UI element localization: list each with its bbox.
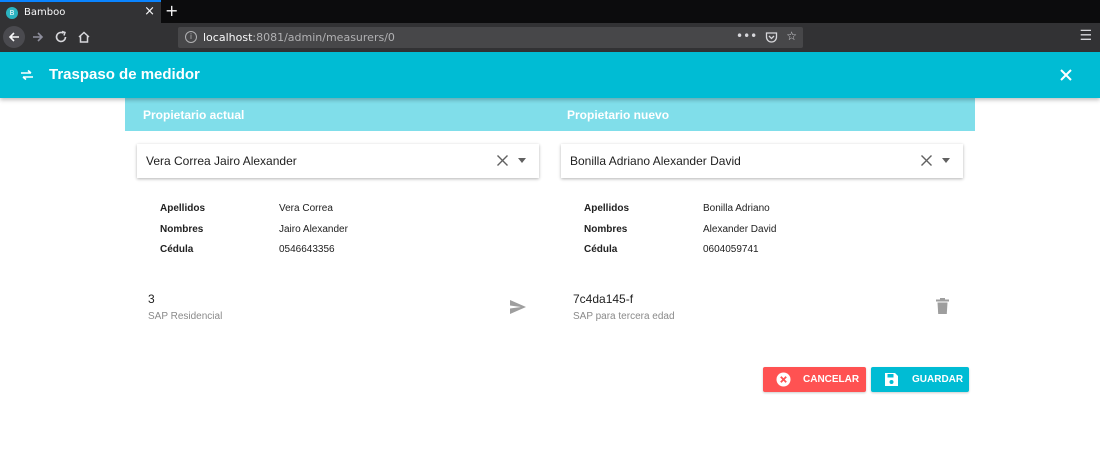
pocket-icon[interactable] (765, 31, 778, 44)
detail-label: Cédula (584, 244, 618, 255)
dialog-header: Traspaso de medidor (0, 52, 1100, 98)
detail-row-cedula: Cédula 0546643356 (160, 244, 420, 265)
detail-value: Vera Correa (279, 203, 333, 214)
detail-value: 0604059741 (703, 244, 759, 255)
current-measurer-item[interactable]: 3 SAP Residencial (148, 292, 222, 322)
tab-title: Bamboo (24, 7, 66, 18)
new-owner-select-value: Bonilla Adriano Alexander David (570, 154, 741, 168)
home-icon (78, 31, 90, 43)
info-icon[interactable]: i (185, 31, 197, 43)
detail-value: Jairo Alexander (279, 223, 348, 235)
current-owner-select[interactable]: Vera Correa Jairo Alexander (137, 144, 539, 178)
browser-navbar: i localhost:8081/admin/measurers/0 ••• ☆… (0, 23, 1100, 52)
back-arrow-icon (8, 32, 19, 42)
detail-label: Apellidos (584, 203, 630, 214)
clear-icon[interactable] (496, 154, 509, 167)
page-title: Traspaso de medidor (49, 66, 200, 83)
swap-horiz-icon (21, 69, 33, 81)
chevron-down-icon[interactable] (518, 158, 526, 163)
cancel-button-label: CANCELAR (803, 374, 860, 385)
measurer-code: 7c4da145-f (573, 292, 634, 306)
page-actions-icon[interactable]: ••• (736, 29, 757, 44)
bookmark-star-icon[interactable]: ☆ (786, 29, 797, 44)
current-owner-details: Apellidos Vera Correa Nombres Jairo Alex… (160, 203, 420, 265)
close-icon[interactable] (1058, 67, 1074, 83)
cancel-button[interactable]: CANCELAR (763, 367, 866, 392)
url-actions: ••• ☆ (736, 29, 797, 44)
delete-icon[interactable] (936, 298, 949, 314)
url-text: localhost:8081/admin/measurers/0 (203, 31, 395, 44)
measurer-code: 3 (148, 292, 155, 306)
home-button[interactable] (74, 27, 94, 47)
detail-row-apellidos: Apellidos Bonilla Adriano (584, 203, 844, 224)
url-path: :8081/admin/measurers/0 (252, 31, 395, 44)
reload-icon (55, 30, 67, 43)
new-measurer-item[interactable]: 7c4da145-f SAP para tercera edad (573, 292, 675, 322)
current-owner-select-value: Vera Correa Jairo Alexander (146, 154, 297, 168)
url-bar[interactable]: i localhost:8081/admin/measurers/0 ••• ☆ (178, 27, 803, 48)
chevron-down-icon[interactable] (942, 158, 950, 163)
forward-button[interactable] (28, 27, 48, 47)
detail-label: Nombres (584, 223, 628, 235)
favicon-letter: B (9, 8, 15, 17)
detail-value: 0546643356 (279, 244, 335, 255)
detail-label: Apellidos (160, 203, 206, 214)
detail-value: Bonilla Adriano (703, 203, 770, 214)
new-tab-icon[interactable]: + (165, 1, 178, 20)
new-owner-details: Apellidos Bonilla Adriano Nombres Alexan… (584, 203, 844, 265)
browser-tab[interactable]: B Bamboo × (0, 0, 161, 23)
detail-label: Nombres (160, 223, 204, 235)
reload-button[interactable] (51, 27, 71, 47)
owners-header-bar: Propietario actual Propietario nuevo (125, 98, 975, 131)
favicon-icon: B (6, 6, 18, 19)
url-host: localhost (203, 31, 253, 44)
browser-tabbar: B Bamboo × + (0, 0, 1100, 23)
forward-arrow-icon (33, 32, 44, 42)
cancel-icon (776, 372, 791, 387)
detail-row-nombres: Nombres Alexander David (584, 224, 844, 245)
back-button[interactable] (3, 26, 25, 48)
detail-label: Cédula (160, 244, 194, 255)
detail-value: Alexander David (703, 223, 777, 235)
measurer-description: SAP para tercera edad (573, 311, 675, 322)
tab-close-icon[interactable]: × (144, 4, 155, 19)
detail-row-nombres: Nombres Jairo Alexander (160, 224, 420, 245)
new-owner-title: Propietario nuevo (567, 108, 670, 122)
save-icon (885, 373, 898, 386)
detail-row-cedula: Cédula 0604059741 (584, 244, 844, 265)
send-icon[interactable] (509, 299, 527, 315)
save-button[interactable]: GUARDAR (871, 367, 969, 392)
save-button-label: GUARDAR (912, 374, 964, 385)
new-owner-select[interactable]: Bonilla Adriano Alexander David (561, 144, 963, 178)
clear-icon[interactable] (920, 154, 933, 167)
detail-row-apellidos: Apellidos Vera Correa (160, 203, 420, 224)
hamburger-menu-icon[interactable]: ☰ (1079, 28, 1092, 44)
measurer-description: SAP Residencial (148, 311, 223, 322)
current-owner-title: Propietario actual (143, 108, 245, 122)
